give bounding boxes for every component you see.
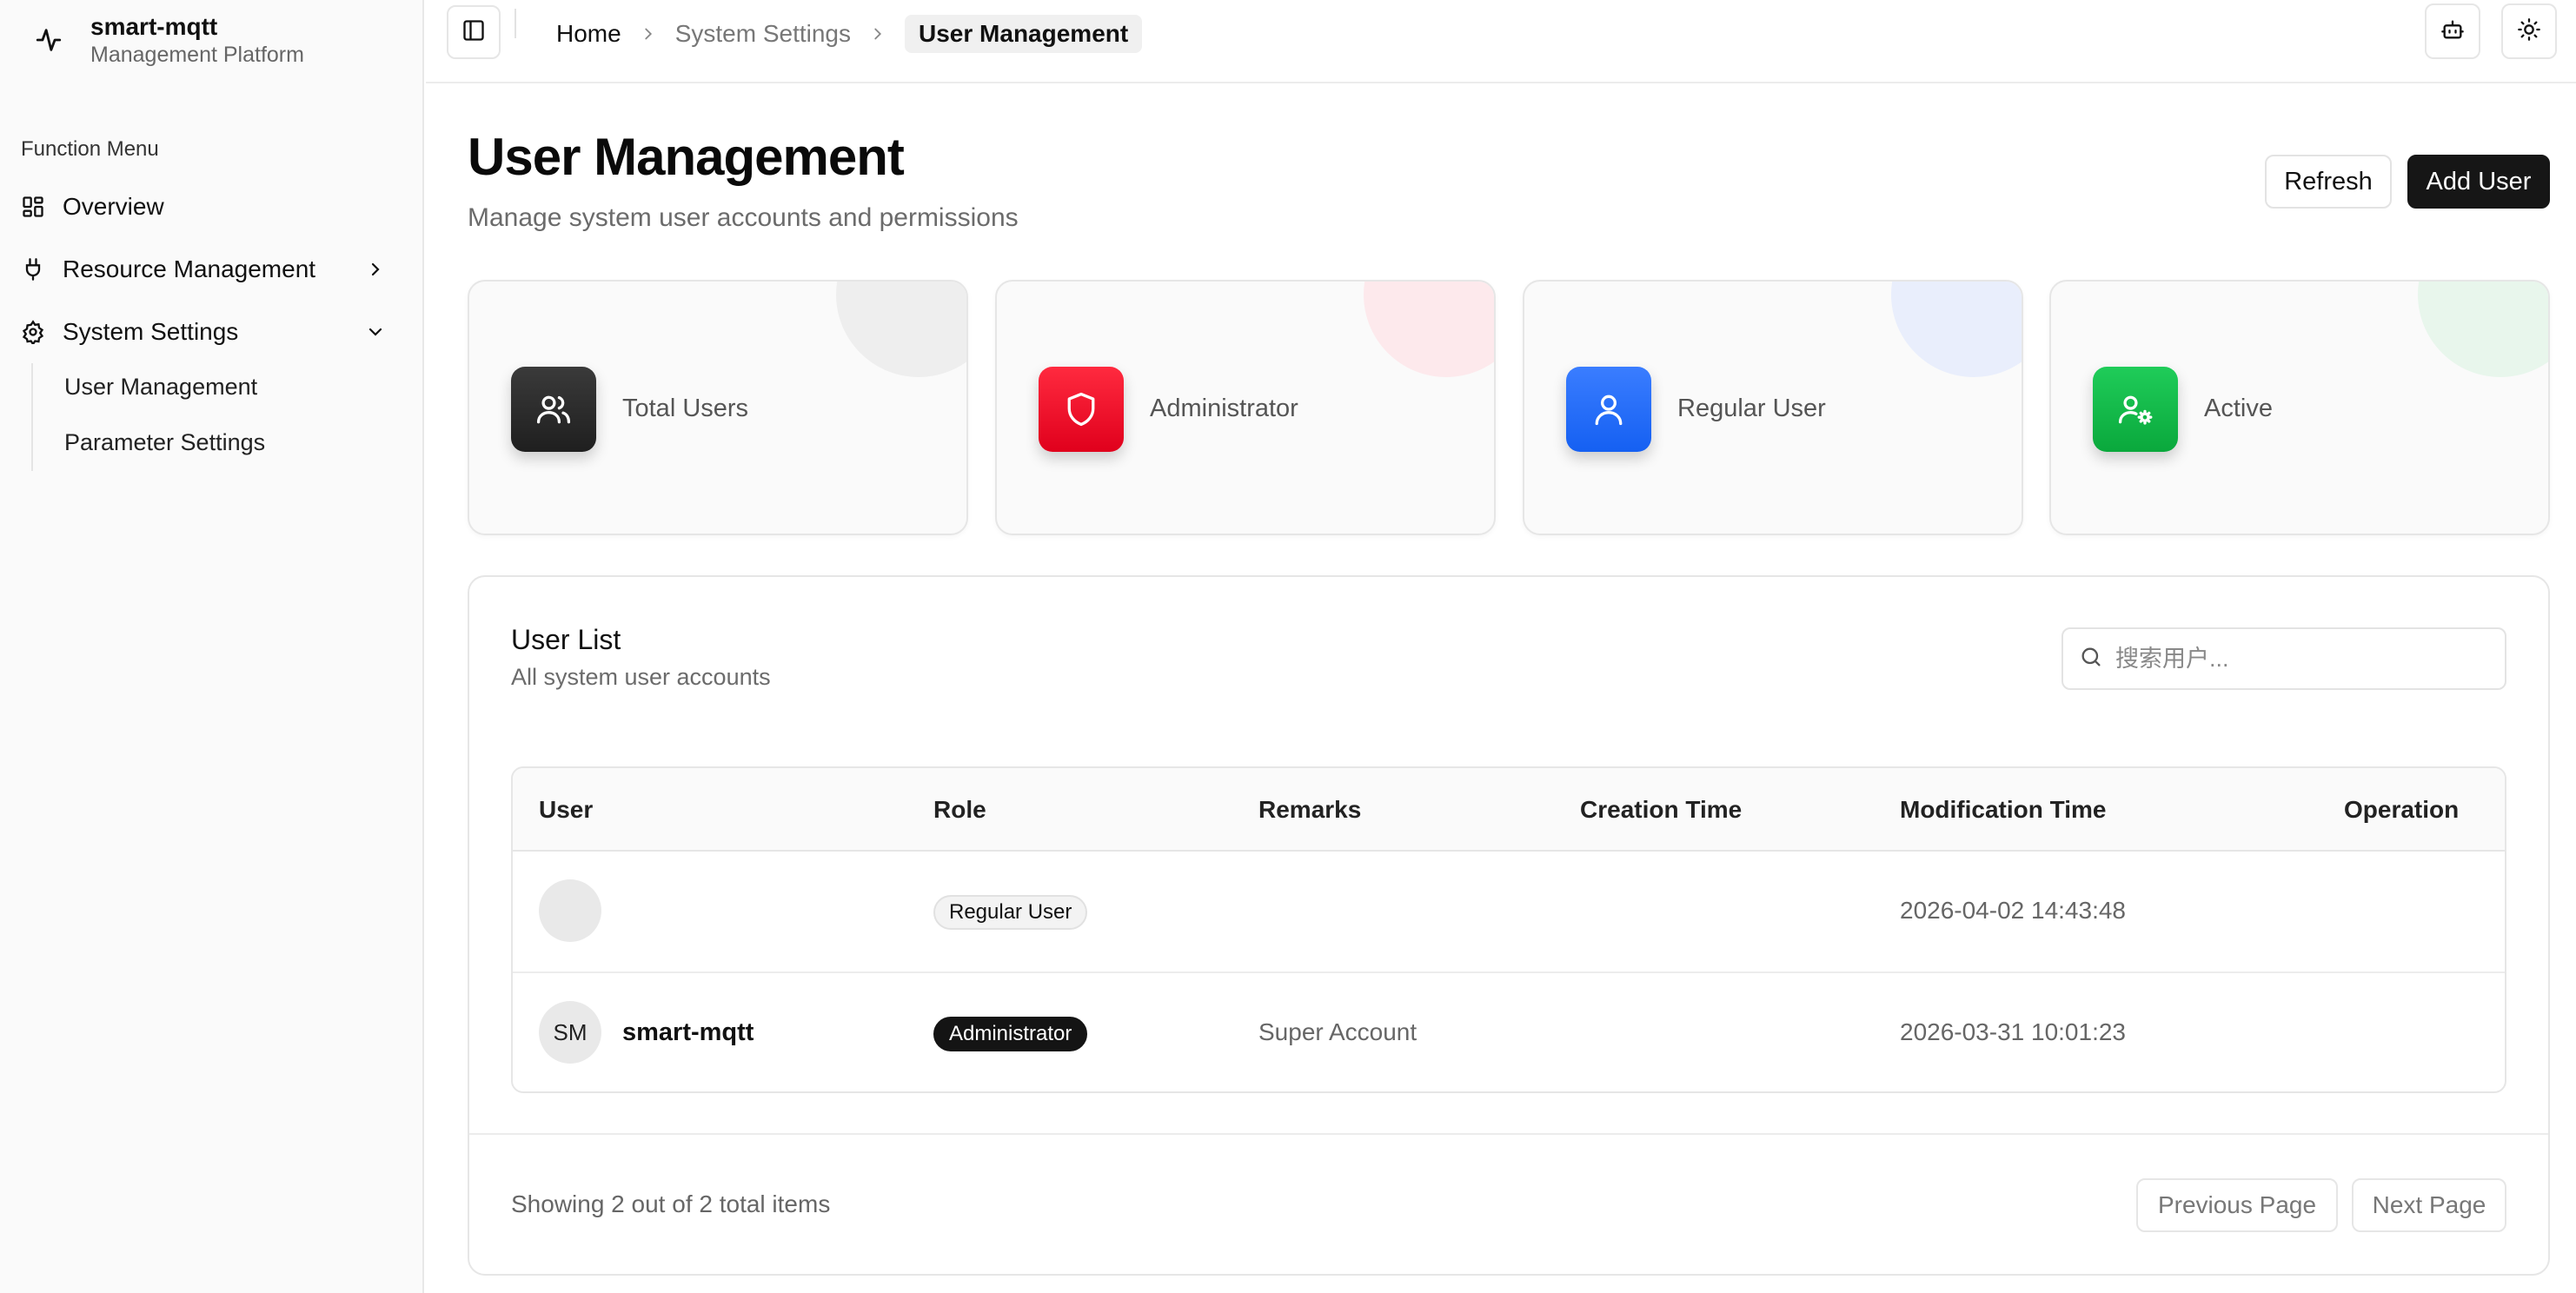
table-row[interactable]: Regular User 2026-04-02 14:43:48 (513, 852, 2505, 971)
stat-label: Total Users (622, 395, 749, 422)
column-header-role[interactable]: Role (933, 796, 986, 824)
brand[interactable]: smart-mqtt Management Platform (31, 12, 304, 68)
decorative-blob (1364, 282, 1494, 377)
column-header-operation[interactable]: Operation (2344, 796, 2459, 824)
breadcrumb-home[interactable]: Home (556, 20, 621, 48)
role-badge: Regular User (933, 895, 1088, 930)
sidebar: smart-mqtt Management Platform Function … (0, 0, 424, 1293)
breadcrumb-current: User Management (905, 15, 1143, 53)
sidebar-subitem-user-management[interactable]: User Management (64, 374, 257, 401)
search-icon (2079, 645, 2103, 673)
brand-subtitle: Management Platform (90, 43, 304, 67)
sidebar-toggle-button[interactable] (447, 5, 501, 59)
user-table: User Role Remarks Creation Time Modifica… (511, 766, 2506, 1093)
breadcrumb: Home System Settings User Management (556, 14, 1143, 54)
bot-icon (2440, 17, 2465, 46)
avatar (539, 879, 601, 942)
dashboard-icon (17, 191, 49, 222)
shield-icon (1039, 367, 1124, 452)
chevron-right-icon (639, 24, 658, 43)
column-header-creation-time[interactable]: Creation Time (1580, 796, 1742, 824)
theme-toggle-button[interactable] (2501, 3, 2557, 59)
breadcrumb-system-settings[interactable]: System Settings (675, 20, 851, 48)
avatar: SM (539, 1001, 601, 1064)
bot-button[interactable] (2425, 3, 2480, 59)
user-name: smart-mqtt (622, 1018, 754, 1046)
sun-icon (2517, 17, 2541, 46)
decorative-blob (1891, 282, 2022, 377)
user-icon (1566, 367, 1651, 452)
user-list-card: User List All system user accounts User … (468, 575, 2550, 1276)
brand-title: smart-mqtt (90, 13, 218, 40)
user-gear-icon (2093, 367, 2178, 452)
toolbar-divider (515, 9, 516, 38)
add-user-button[interactable]: Add User (2407, 155, 2550, 209)
stat-label: Regular User (1677, 395, 1826, 422)
refresh-button[interactable]: Refresh (2265, 155, 2392, 209)
sidebar-toggle-icon (461, 18, 486, 47)
remarks-cell: Super Account (1258, 1018, 1417, 1045)
page-subtitle: Manage system user accounts and permissi… (468, 203, 1019, 232)
gear-icon (17, 316, 49, 348)
plug-icon (17, 254, 49, 285)
search-box[interactable] (2061, 627, 2506, 690)
pagination-summary: Showing 2 out of 2 total items (511, 1190, 831, 1217)
activity-icon (31, 23, 66, 57)
chevron-right-icon (868, 24, 887, 43)
page-title: User Management (468, 128, 905, 186)
sidebar-subitem-parameter-settings[interactable]: Parameter Settings (64, 429, 265, 456)
stat-label: Active (2204, 395, 2273, 422)
column-header-user[interactable]: User (539, 796, 593, 824)
modification-time-cell: 2026-03-31 10:01:23 (1900, 1018, 2126, 1045)
sidebar-item-resource-management[interactable]: Resource Management (17, 243, 391, 295)
stat-card-total-users: Total Users (468, 280, 968, 535)
chevron-right-icon (360, 254, 391, 285)
sidebar-item-overview[interactable]: Overview (17, 181, 391, 233)
list-title: User List (511, 624, 621, 655)
column-header-modification-time[interactable]: Modification Time (1900, 796, 2107, 824)
column-header-remarks[interactable]: Remarks (1258, 796, 1361, 824)
sidebar-item-system-settings[interactable]: System Settings (17, 306, 391, 358)
table-row[interactable]: SM smart-mqtt Administrator Super Accoun… (513, 971, 2505, 1091)
decorative-blob (836, 282, 966, 377)
footer-divider (469, 1133, 2548, 1135)
stat-card-active: Active (2049, 280, 2550, 535)
next-page-button[interactable]: Next Page (2352, 1178, 2506, 1232)
sidebar-item-label: Resource Management (63, 255, 316, 282)
modification-time-cell: 2026-04-02 14:43:48 (1900, 897, 2126, 924)
previous-page-button[interactable]: Previous Page (2136, 1178, 2338, 1232)
stat-label: Administrator (1150, 395, 1298, 422)
menu-title: Function Menu (21, 137, 159, 161)
role-badge: Administrator (933, 1017, 1088, 1051)
stat-card-administrator: Administrator (995, 280, 1496, 535)
search-input[interactable] (2115, 645, 2480, 673)
table-header: User Role Remarks Creation Time Modifica… (513, 768, 2505, 852)
list-subtitle: All system user accounts (511, 664, 771, 690)
users-icon (511, 367, 596, 452)
sidebar-item-label: System Settings (63, 318, 239, 345)
sidebar-item-label: Overview (63, 193, 164, 220)
decorative-blob (2418, 282, 2548, 377)
submenu: User Management Parameter Settings (31, 363, 265, 471)
chevron-down-icon (360, 316, 391, 348)
stat-card-regular-user: Regular User (1523, 280, 2023, 535)
